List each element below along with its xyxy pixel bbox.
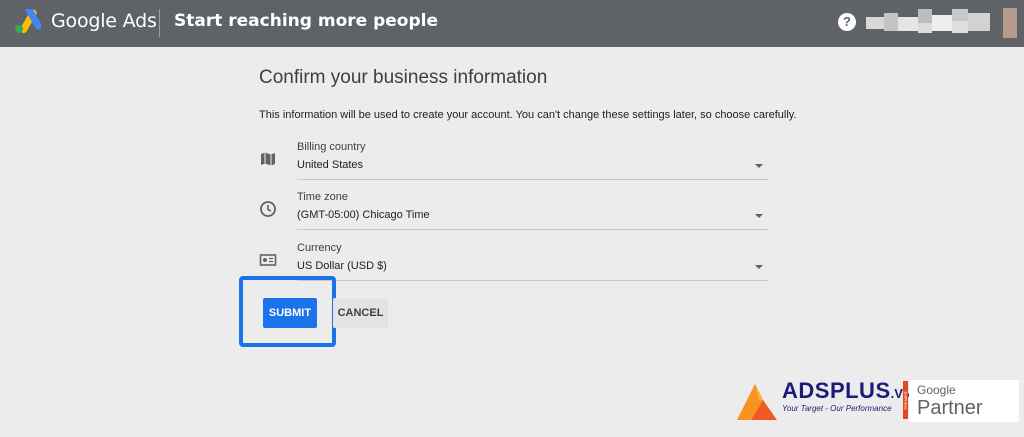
currency-label: Currency	[297, 242, 342, 254]
billing-country-field[interactable]: Billing country United States	[259, 141, 769, 187]
clock-icon	[260, 201, 276, 217]
currency-value[interactable]: US Dollar (USD $)	[297, 260, 387, 272]
map-icon	[261, 152, 275, 166]
premier-text: PREMIER	[903, 391, 908, 410]
account-info-blurred[interactable]	[866, 9, 990, 36]
chevron-down-icon[interactable]	[755, 214, 763, 218]
time-zone-label: Time zone	[297, 191, 348, 203]
field-underline	[297, 280, 768, 281]
google-ads-logo-icon[interactable]	[14, 9, 41, 34]
app-name[interactable]: Google Ads	[51, 10, 157, 32]
google-partner-badge: Google Partner	[909, 380, 1019, 422]
billing-country-label: Billing country	[297, 141, 366, 153]
chevron-down-icon[interactable]	[755, 265, 763, 269]
watermark-brand: ADSPLUS.VN	[782, 378, 913, 403]
time-zone-field[interactable]: Time zone (GMT-05:00) Chicago Time	[259, 191, 769, 237]
billing-country-value[interactable]: United States	[297, 159, 363, 171]
form-title: Confirm your business information	[259, 67, 548, 88]
currency-icon	[259, 254, 277, 266]
avatar[interactable]	[1003, 8, 1017, 38]
submit-button[interactable]: SUBMIT	[263, 298, 317, 328]
header-divider	[159, 9, 160, 37]
field-underline	[297, 179, 768, 180]
premier-badge: PREMIER	[903, 381, 908, 419]
chevron-down-icon[interactable]	[755, 164, 763, 168]
form-description: This information will be used to create …	[259, 109, 797, 121]
time-zone-value[interactable]: (GMT-05:00) Chicago Time	[297, 209, 430, 221]
top-app-bar: Google Ads Start reaching more people ?	[0, 0, 1024, 47]
adsplus-watermark: ADSPLUS.VN Your Target - Our Performance…	[733, 378, 1019, 434]
watermark-tagline: Your Target - Our Performance	[782, 404, 892, 413]
adsplus-logo-icon	[737, 384, 777, 420]
partner-text: Partner	[917, 397, 983, 419]
field-underline	[297, 229, 768, 230]
cancel-button[interactable]: CANCEL	[333, 298, 388, 328]
help-icon[interactable]: ?	[838, 13, 856, 31]
google-text: Google	[917, 383, 956, 397]
page-title: Start reaching more people	[174, 11, 438, 31]
